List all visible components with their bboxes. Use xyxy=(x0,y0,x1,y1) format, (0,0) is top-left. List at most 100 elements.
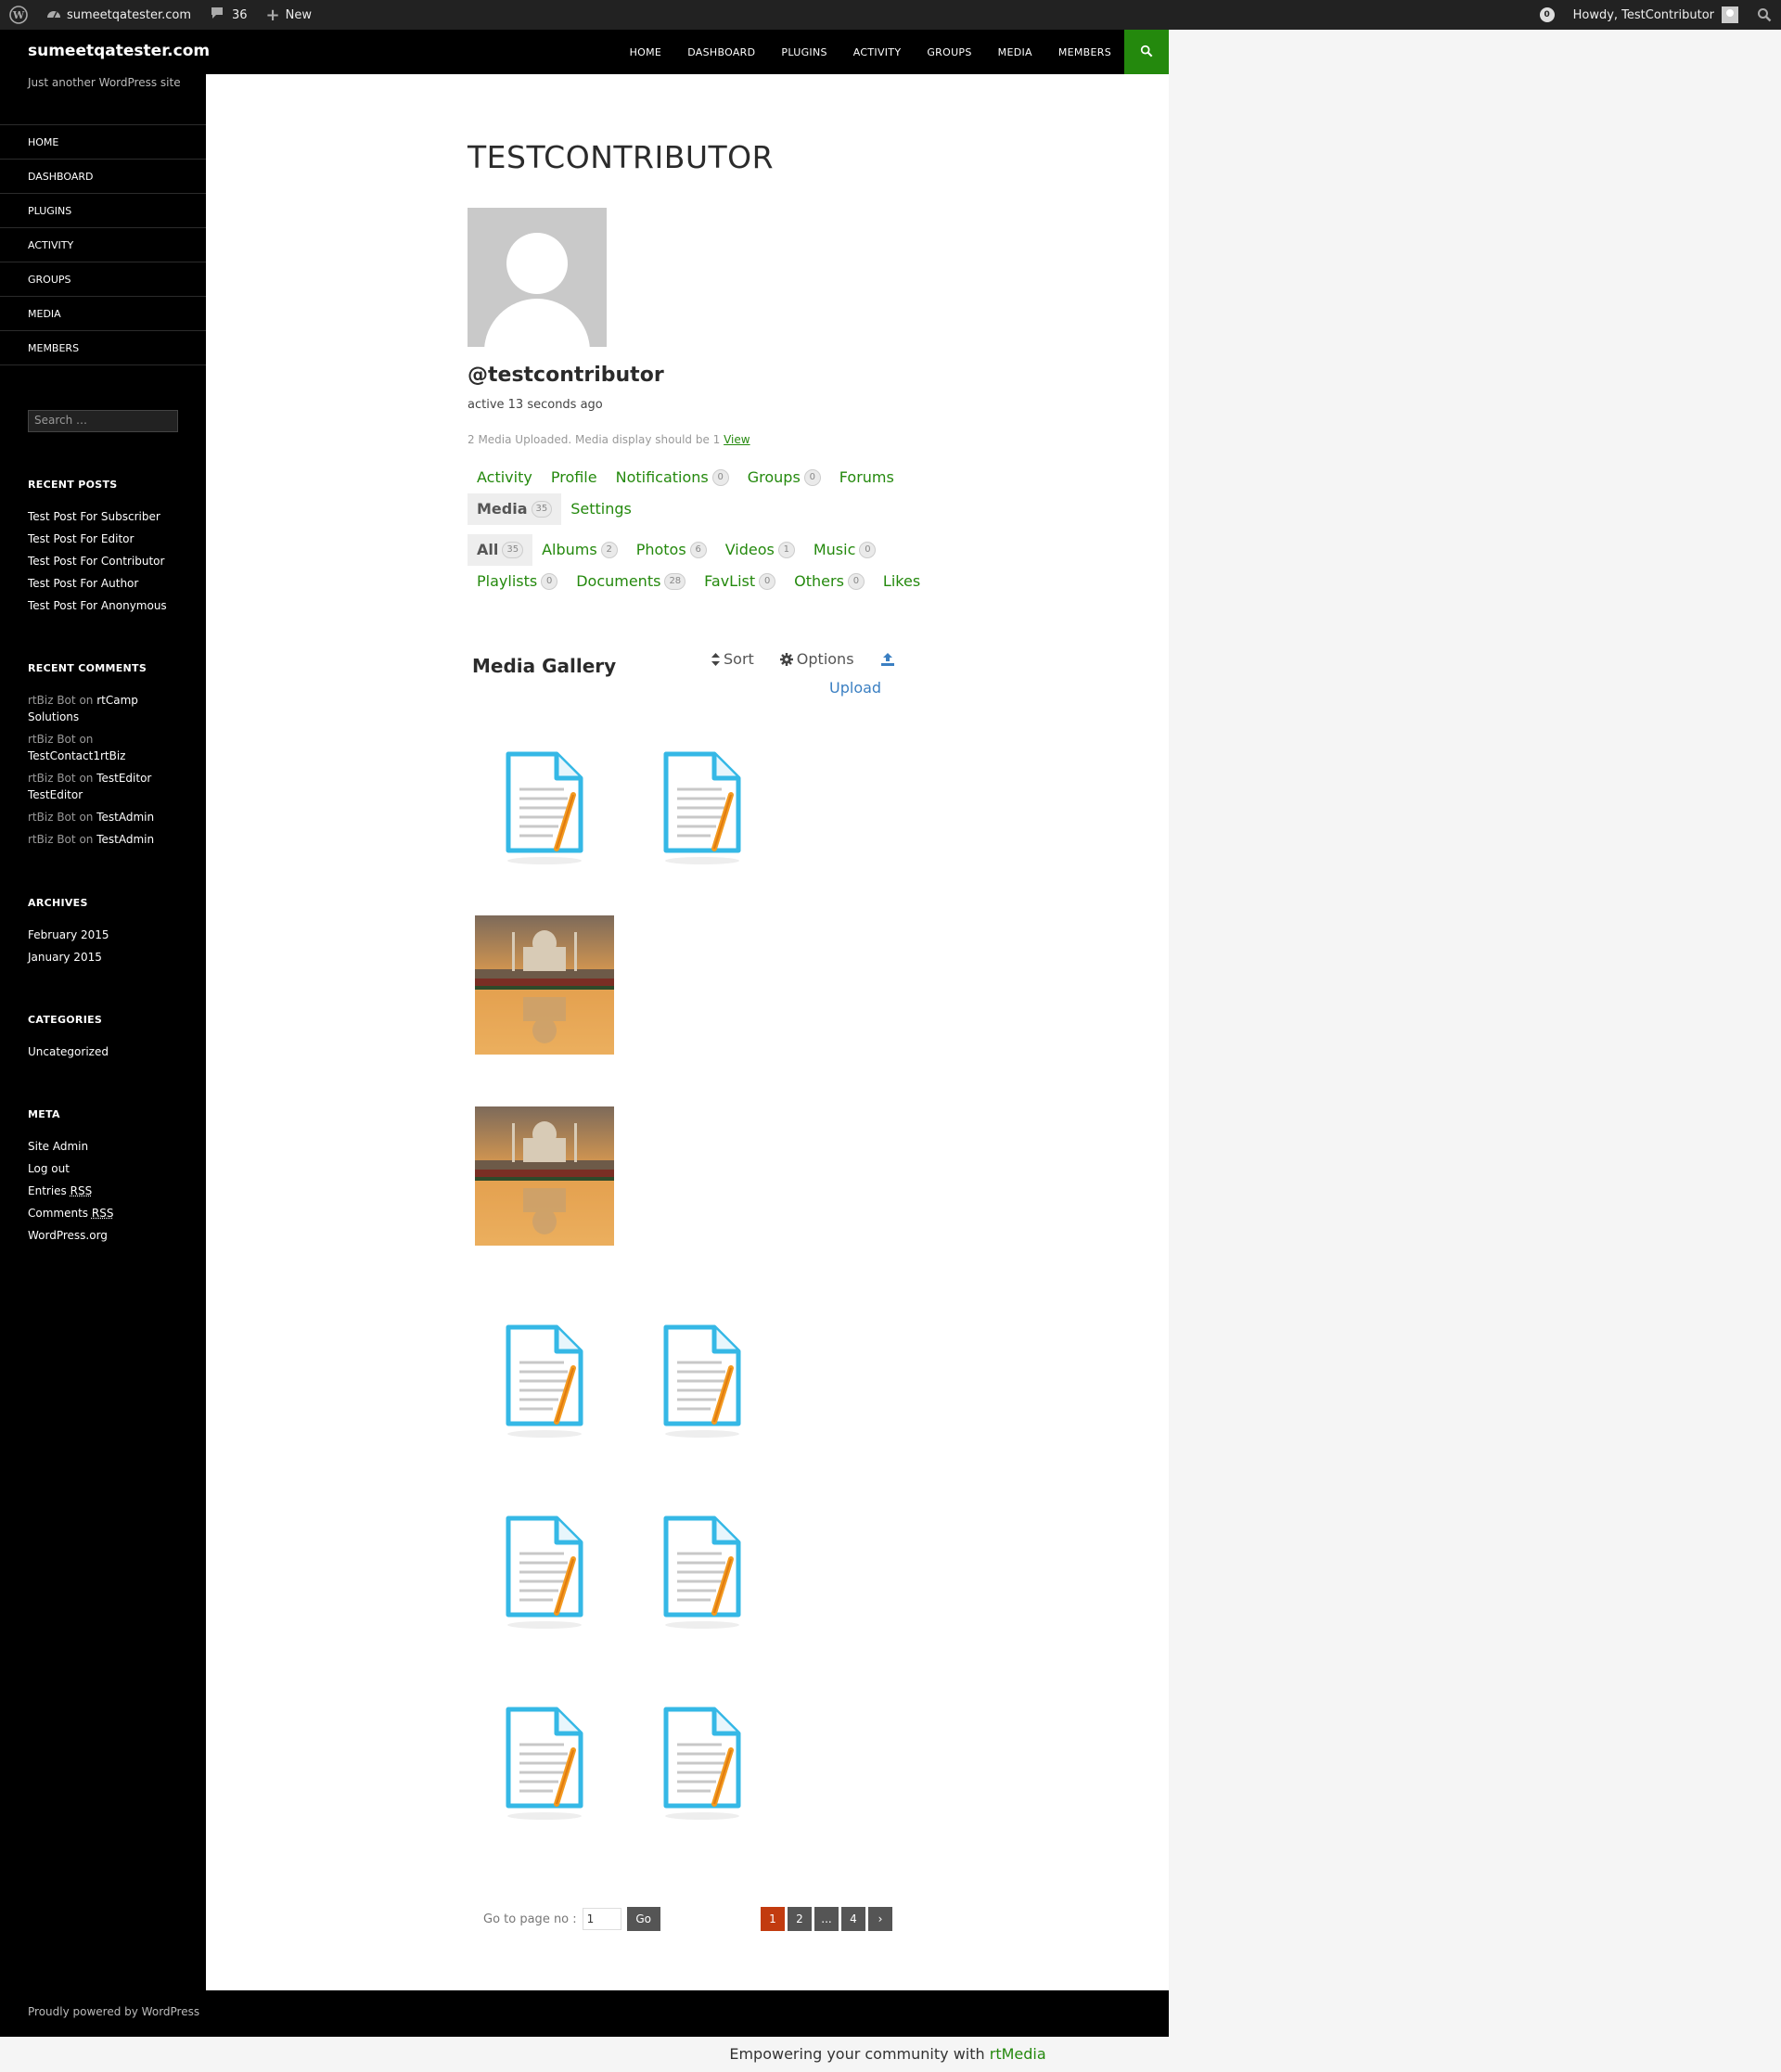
media-item-document[interactable] xyxy=(633,738,772,877)
avatar[interactable] xyxy=(468,208,607,347)
site-title[interactable]: sumeetqatester.com xyxy=(28,42,210,60)
upload-button[interactable]: Upload xyxy=(829,679,881,697)
sidebar-search-input[interactable]: Search … xyxy=(28,410,178,432)
recent-post-link[interactable]: Test Post For Anonymous xyxy=(28,597,186,614)
nav-dashboard[interactable]: DASHBOARD xyxy=(674,46,768,58)
tab-count: 2 xyxy=(600,542,618,558)
media-tab-videos[interactable]: Videos 1 xyxy=(716,534,804,566)
media-tab-albums[interactable]: Albums 2 xyxy=(532,534,627,566)
tab-forums[interactable]: Forums xyxy=(830,462,903,493)
tab-label: Documents xyxy=(576,572,661,590)
tab-media[interactable]: Media 35 xyxy=(468,493,562,525)
nav-members[interactable]: MEMBERS xyxy=(1045,46,1124,58)
go-button[interactable]: Go xyxy=(626,1907,660,1931)
comment-on: on xyxy=(79,811,94,824)
sidebar-item-dashboard[interactable]: DASHBOARD xyxy=(0,160,206,194)
document-icon xyxy=(475,1694,614,1833)
tab-settings[interactable]: Settings xyxy=(561,493,641,525)
admin-bar-search-icon[interactable] xyxy=(1748,0,1781,30)
media-tab-favlist[interactable]: FavList 0 xyxy=(695,566,785,597)
media-item-document[interactable] xyxy=(475,1311,614,1451)
archives-title: ARCHIVES xyxy=(28,897,88,909)
comment-target-link[interactable]: TestContact1rtBiz xyxy=(28,749,125,762)
tab-label: FavList xyxy=(704,572,756,590)
admin-bar-site[interactable]: sumeetqatester.com xyxy=(37,0,200,30)
powered-by-link[interactable]: Proudly powered by WordPress xyxy=(28,2005,199,2018)
category-link[interactable]: Uncategorized xyxy=(28,1043,186,1060)
nav-media[interactable]: MEDIA xyxy=(985,46,1045,58)
media-item-photo[interactable] xyxy=(475,1106,614,1246)
comment-on: on xyxy=(79,694,94,707)
sidebar-item-groups[interactable]: GROUPS xyxy=(0,262,206,297)
sidebar-item-activity[interactable]: ACTIVITY xyxy=(0,228,206,262)
primary-nav: HOME DASHBOARD PLUGINS ACTIVITY GROUPS M… xyxy=(617,30,1124,74)
tab-groups[interactable]: Groups 0 xyxy=(738,462,830,493)
media-tab-documents[interactable]: Documents 28 xyxy=(567,566,695,597)
nav-activity[interactable]: ACTIVITY xyxy=(840,46,915,58)
archive-link[interactable]: January 2015 xyxy=(28,949,186,966)
recent-post-link[interactable]: Test Post For Editor xyxy=(28,531,186,547)
next-page-link[interactable]: › xyxy=(868,1907,892,1931)
media-item-document[interactable] xyxy=(475,738,614,877)
log-out-link[interactable]: Log out xyxy=(28,1160,186,1177)
media-tab-others[interactable]: Others 0 xyxy=(785,566,874,597)
admin-bar-account[interactable]: Howdy, TestContributor xyxy=(1564,0,1748,30)
admin-bar-comments[interactable]: 36 xyxy=(200,0,257,30)
tab-profile[interactable]: Profile xyxy=(542,462,607,493)
wordpress-logo-icon[interactable]: W xyxy=(0,0,37,30)
tab-count: 1 xyxy=(777,542,795,558)
media-item-document[interactable] xyxy=(475,1503,614,1642)
recent-post-link[interactable]: Test Post For Contributor xyxy=(28,553,186,569)
new-label: New xyxy=(285,7,312,22)
options-button[interactable]: Options xyxy=(779,650,867,668)
goto-page-input[interactable] xyxy=(582,1908,621,1930)
recent-post-link[interactable]: Test Post For Author xyxy=(28,575,186,592)
sidebar-item-media[interactable]: MEDIA xyxy=(0,297,206,331)
tab-label: Videos xyxy=(724,541,775,558)
nav-plugins[interactable]: PLUGINS xyxy=(768,46,839,58)
search-toggle-button[interactable] xyxy=(1124,30,1169,74)
entries-rss-link[interactable]: Entries RSS xyxy=(28,1183,186,1199)
media-tab-all[interactable]: All 35 xyxy=(468,534,533,566)
media-item-document[interactable] xyxy=(633,1694,772,1833)
recent-post-link[interactable]: Test Post For Subscriber xyxy=(28,508,186,525)
sort-button[interactable]: Sort xyxy=(711,650,767,668)
page-1-link[interactable]: 1 xyxy=(761,1907,785,1931)
media-item-document[interactable] xyxy=(633,1503,772,1642)
comment-author: rtBiz Bot xyxy=(28,772,76,785)
media-note-view-link[interactable]: View xyxy=(724,433,750,446)
meta-title: META xyxy=(28,1108,60,1120)
sidebar-item-members[interactable]: MEMBERS xyxy=(0,331,206,365)
media-item-document[interactable] xyxy=(475,1694,614,1833)
admin-bar-new[interactable]: + New xyxy=(257,0,321,30)
comment-target-link[interactable]: TestAdmin xyxy=(96,833,154,846)
tab-notifications[interactable]: Notifications 0 xyxy=(607,462,738,493)
media-item-document[interactable] xyxy=(633,1311,772,1451)
comments-rss-link[interactable]: Comments RSS xyxy=(28,1205,186,1221)
admin-bar-notifications[interactable]: 0 xyxy=(1531,0,1564,30)
rtmedia-link[interactable]: rtMedia xyxy=(990,2045,1046,2063)
site-admin-link[interactable]: Site Admin xyxy=(28,1138,186,1155)
media-tab-photos[interactable]: Photos 6 xyxy=(627,534,716,566)
comment-target-link[interactable]: TestAdmin xyxy=(96,811,154,824)
upload-icon[interactable] xyxy=(880,652,895,667)
wordpress-org-link[interactable]: WordPress.org xyxy=(28,1227,186,1244)
nav-groups[interactable]: GROUPS xyxy=(914,46,984,58)
page-4-link[interactable]: 4 xyxy=(841,1907,865,1931)
credit-text: Empowering your community with xyxy=(729,2045,985,2063)
archive-link[interactable]: February 2015 xyxy=(28,927,186,943)
comment-author: rtBiz Bot xyxy=(28,694,76,707)
page-2-link[interactable]: 2 xyxy=(788,1907,812,1931)
sidebar-item-plugins[interactable]: PLUGINS xyxy=(0,194,206,228)
recent-comments-title: RECENT COMMENTS xyxy=(28,662,147,674)
document-icon xyxy=(633,1694,772,1833)
media-tab-music[interactable]: Music 0 xyxy=(804,534,886,566)
media-item-photo[interactable] xyxy=(475,915,614,1055)
sidebar-item-home[interactable]: HOME xyxy=(0,125,206,160)
media-tab-playlists[interactable]: Playlists 0 xyxy=(468,566,567,597)
pagination: 1 2 ... 4 › xyxy=(761,1907,895,1931)
tab-activity[interactable]: Activity xyxy=(468,462,542,493)
page-title: TESTCONTRIBUTOR xyxy=(468,139,775,175)
nav-home[interactable]: HOME xyxy=(617,46,675,58)
media-tab-likes[interactable]: Likes xyxy=(874,566,929,597)
